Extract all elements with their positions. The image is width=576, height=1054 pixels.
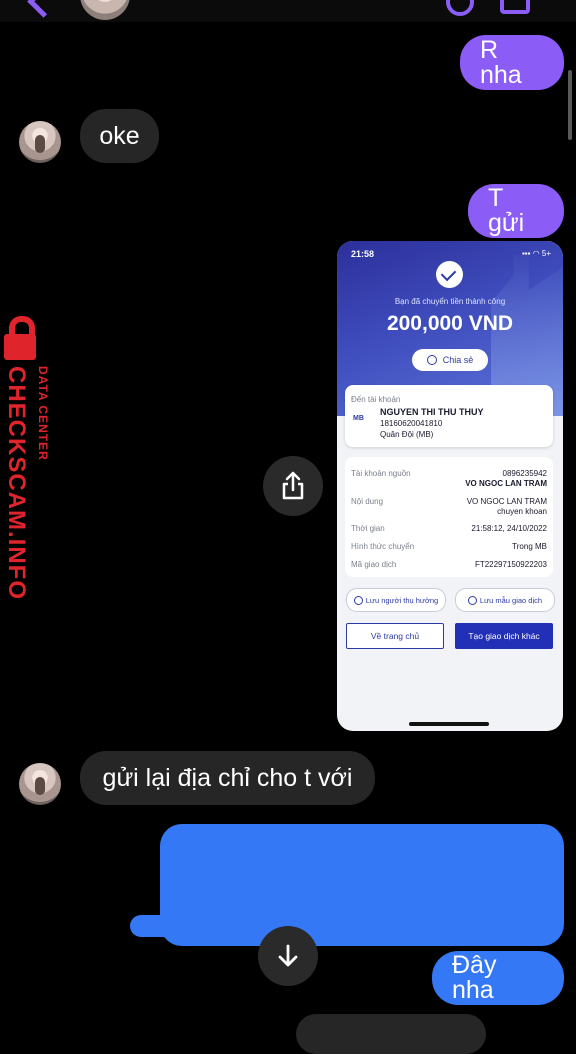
save-template-button[interactable]: Lưu mẫu giao dịch	[455, 588, 555, 612]
message-received[interactable]: oke	[80, 109, 159, 163]
detail-value: VO NGOC LAN TRAM	[465, 479, 547, 488]
detail-label: Mã giao dịch	[351, 560, 397, 569]
contact-avatar[interactable]	[19, 121, 61, 163]
save-payee-button[interactable]: Lưu người thụ hưởng	[346, 588, 446, 612]
lock-icon-body	[4, 334, 36, 360]
message-received[interactable]: gửi lại địa chỉ cho t với	[80, 751, 375, 805]
check-icon	[436, 261, 463, 288]
message-sent[interactable]: Đây nha	[432, 951, 564, 1005]
message-sent[interactable]: T gửi	[468, 184, 564, 238]
document-icon	[467, 595, 477, 605]
watermark: CHECKSCAM.INFO DATA CENTER	[0, 308, 70, 608]
amount: 200,000 VND	[386, 312, 514, 335]
detail-value: 21:58:12, 24/10/2022	[471, 524, 547, 533]
share-icon	[282, 471, 304, 500]
to-account-label: Đến tài khoản	[351, 395, 401, 404]
chat-header	[0, 0, 576, 22]
battery-label: 5+	[541, 249, 551, 258]
contact-avatar[interactable]	[80, 0, 130, 20]
detail-value: FT22297150922203	[474, 560, 547, 569]
new-transaction-button[interactable]: Tạo giao dịch khác	[455, 623, 553, 649]
transaction-details: Tài khoản nguồn 0896235942 VO NGOC LAN T…	[345, 457, 553, 577]
recipient-name: NGUYEN THI THU THUY	[380, 407, 484, 417]
contact-avatar[interactable]	[19, 763, 61, 805]
recipient-bank: Quân Đội (MB)	[380, 430, 434, 439]
success-text: Bạn đã chuyển tiền thành công	[394, 297, 506, 306]
detail-label: Thời gian	[351, 524, 385, 533]
message-text: T gửi	[488, 184, 525, 237]
detail-value: chuyen khoan	[497, 507, 547, 516]
scrollbar[interactable]	[568, 70, 572, 140]
watermark-sub-text: DATA CENTER	[36, 366, 50, 461]
receipt-status-bar: ▪▪▪ ◠ 5+	[521, 249, 551, 258]
recipient-account: 18160620041810	[380, 419, 443, 428]
home-button[interactable]: Về trang chủ	[346, 623, 444, 649]
detail-label: Nội dung	[351, 497, 384, 506]
detail-value: 0896235942	[502, 469, 548, 478]
detail-label: Hình thức chuyển	[351, 542, 415, 551]
share-label: Chia sẻ	[442, 355, 474, 365]
redaction-mark	[130, 915, 220, 937]
home-indicator	[409, 722, 489, 726]
share-button[interactable]: Chia sẻ	[412, 349, 488, 371]
share-icon	[426, 355, 437, 365]
message-received-partial[interactable]	[296, 1014, 486, 1054]
save-template-label: Lưu mẫu giao dịch	[479, 595, 543, 605]
detail-value: VO NGOC LAN TRAM	[466, 497, 547, 506]
arrow-down-icon	[278, 944, 298, 967]
back-arrow-icon[interactable]	[27, 0, 60, 18]
message-text: gửi lại địa chỉ cho t với	[102, 763, 353, 792]
detail-value: Trong MB	[512, 542, 547, 551]
message-text: R nha	[480, 35, 522, 89]
redacted-message[interactable]	[160, 824, 564, 946]
message-text: oke	[99, 121, 140, 150]
message-sent[interactable]: R nha	[460, 35, 564, 90]
receipt-clock: 21:58	[351, 249, 375, 259]
detail-label: Tài khoản nguồn	[351, 469, 411, 478]
message-text: Đây nha	[452, 951, 497, 1004]
watermark-main-text: CHECKSCAM.INFO	[3, 366, 30, 600]
recipient-card: Đến tài khoản MB NGUYEN THI THU THUY 181…	[345, 385, 553, 447]
video-call-icon[interactable]	[500, 0, 530, 14]
save-payee-label: Lưu người thụ hưởng	[365, 595, 439, 605]
forward-button[interactable]	[263, 456, 323, 516]
user-icon	[353, 595, 363, 605]
bank-logo: MB	[353, 415, 364, 422]
call-icon[interactable]	[446, 0, 474, 16]
shared-image-receipt[interactable]: 21:58 ▪▪▪ ◠ 5+ Bạn đã chuyển tiền thành …	[337, 241, 563, 731]
scroll-to-bottom-button[interactable]	[258, 926, 318, 986]
